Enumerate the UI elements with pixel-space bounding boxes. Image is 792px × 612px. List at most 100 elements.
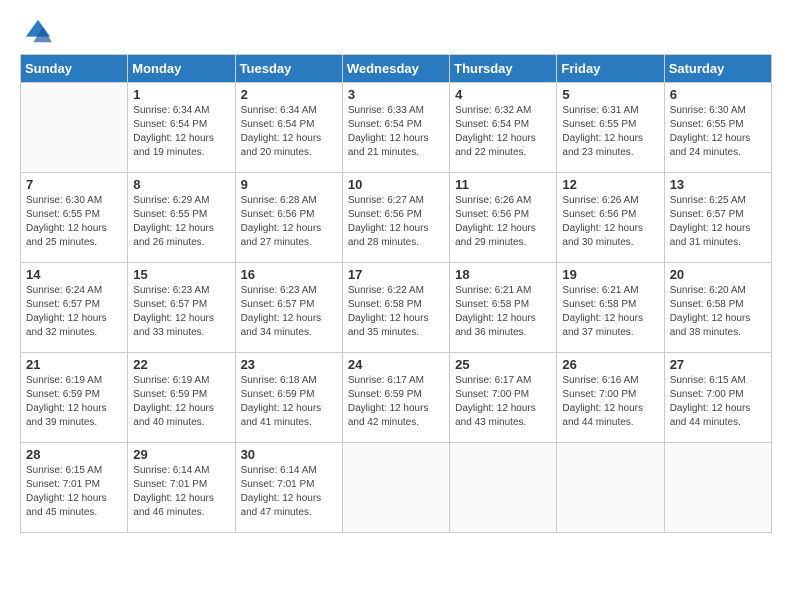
day-number: 29 [133,447,229,462]
calendar-week-0: 1 Sunrise: 6:34 AMSunset: 6:54 PMDaylight… [21,83,772,173]
table-row: 27 Sunrise: 6:15 AMSunset: 7:00 PMDayligh… [664,353,771,443]
day-info: Sunrise: 6:16 AMSunset: 7:00 PMDaylight:… [562,374,658,430]
table-row: 3 Sunrise: 6:33 AMSunset: 6:54 PMDaylight… [342,83,449,173]
day-info: Sunrise: 6:28 AMSunset: 6:56 PMDaylight:… [241,194,337,250]
calendar-week-2: 14 Sunrise: 6:24 AMSunset: 6:57 PMDayligh… [21,263,772,353]
table-row: 23 Sunrise: 6:18 AMSunset: 6:59 PMDayligh… [235,353,342,443]
day-number: 2 [241,87,337,102]
table-row: 17 Sunrise: 6:22 AMSunset: 6:58 PMDayligh… [342,263,449,353]
day-info: Sunrise: 6:26 AMSunset: 6:56 PMDaylight:… [562,194,658,250]
day-number: 21 [26,357,122,372]
table-row: 2 Sunrise: 6:34 AMSunset: 6:54 PMDaylight… [235,83,342,173]
day-header-thursday: Thursday [450,55,557,83]
page-header [0,0,792,54]
day-number: 3 [348,87,444,102]
table-row: 25Sunrise: 6:17 AMSunset: 7:00 PMDayligh… [450,353,557,443]
logo-icon [24,18,52,46]
table-row: 5 Sunrise: 6:31 AMSunset: 6:55 PMDaylight… [557,83,664,173]
day-info: Sunrise: 6:32 AMSunset: 6:54 PMDaylight:… [455,104,551,160]
day-number: 7 [26,177,122,192]
table-row [450,443,557,533]
table-row: 9 Sunrise: 6:28 AMSunset: 6:56 PMDaylight… [235,173,342,263]
day-number: 10 [348,177,444,192]
calendar-week-4: 28Sunrise: 6:15 AMSunset: 7:01 PMDayligh… [21,443,772,533]
day-number: 4 [455,87,551,102]
table-row: 28Sunrise: 6:15 AMSunset: 7:01 PMDayligh… [21,443,128,533]
table-row: 10 Sunrise: 6:27 AMSunset: 6:56 PMDayligh… [342,173,449,263]
day-info: Sunrise: 6:33 AMSunset: 6:54 PMDaylight:… [348,104,444,160]
calendar-header-row: SundayMondayTuesdayWednesdayThursdayFrid… [21,55,772,83]
day-number: 12 [562,177,658,192]
day-number: 20 [670,267,766,282]
table-row: 18 Sunrise: 6:21 AMSunset: 6:58 PMDayligh… [450,263,557,353]
calendar-week-3: 21 Sunrise: 6:19 AMSunset: 6:59 PMDayligh… [21,353,772,443]
day-number: 26 [562,357,658,372]
day-info: Sunrise: 6:18 AMSunset: 6:59 PMDaylight:… [241,374,337,430]
calendar-wrapper: SundayMondayTuesdayWednesdayThursdayFrid… [0,54,792,543]
day-info: Sunrise: 6:21 AMSunset: 6:58 PMDaylight:… [455,284,551,340]
table-row: 11 Sunrise: 6:26 AMSunset: 6:56 PMDayligh… [450,173,557,263]
logo [24,18,56,46]
day-info: Sunrise: 6:21 AMSunset: 6:58 PMDaylight:… [562,284,658,340]
day-number: 25 [455,357,551,372]
day-number: 17 [348,267,444,282]
table-row [21,83,128,173]
day-info: Sunrise: 6:20 AMSunset: 6:58 PMDaylight:… [670,284,766,340]
day-info: Sunrise: 6:26 AMSunset: 6:56 PMDaylight:… [455,194,551,250]
day-number: 18 [455,267,551,282]
day-info: Sunrise: 6:31 AMSunset: 6:55 PMDaylight:… [562,104,658,160]
table-row: 20 Sunrise: 6:20 AMSunset: 6:58 PMDayligh… [664,263,771,353]
day-info: Sunrise: 6:19 AMSunset: 6:59 PMDaylight:… [26,374,122,430]
day-number: 27 [670,357,766,372]
day-info: Sunrise: 6:34 AMSunset: 6:54 PMDaylight:… [133,104,229,160]
day-info: Sunrise: 6:34 AMSunset: 6:54 PMDaylight:… [241,104,337,160]
day-number: 13 [670,177,766,192]
table-row: 16Sunrise: 6:23 AMSunset: 6:57 PMDayligh… [235,263,342,353]
calendar-week-1: 7 Sunrise: 6:30 AMSunset: 6:55 PMDaylight… [21,173,772,263]
calendar-table: SundayMondayTuesdayWednesdayThursdayFrid… [20,54,772,533]
day-info: Sunrise: 6:22 AMSunset: 6:58 PMDaylight:… [348,284,444,340]
day-number: 24 [348,357,444,372]
day-info: Sunrise: 6:15 AMSunset: 7:01 PMDaylight:… [26,464,122,520]
day-info: Sunrise: 6:14 AMSunset: 7:01 PMDaylight:… [241,464,337,520]
day-header-friday: Friday [557,55,664,83]
day-info: Sunrise: 6:29 AMSunset: 6:55 PMDaylight:… [133,194,229,250]
day-number: 22 [133,357,229,372]
table-row: 4 Sunrise: 6:32 AMSunset: 6:54 PMDaylight… [450,83,557,173]
table-row: 29Sunrise: 6:14 AMSunset: 7:01 PMDayligh… [128,443,235,533]
table-row: 19 Sunrise: 6:21 AMSunset: 6:58 PMDayligh… [557,263,664,353]
day-header-saturday: Saturday [664,55,771,83]
day-number: 14 [26,267,122,282]
day-info: Sunrise: 6:23 AMSunset: 6:57 PMDaylight:… [133,284,229,340]
table-row [342,443,449,533]
day-info: Sunrise: 6:23 AMSunset: 6:57 PMDaylight:… [241,284,337,340]
table-row: 26 Sunrise: 6:16 AMSunset: 7:00 PMDayligh… [557,353,664,443]
table-row: 15 Sunrise: 6:23 AMSunset: 6:57 PMDayligh… [128,263,235,353]
day-header-wednesday: Wednesday [342,55,449,83]
day-number: 1 [133,87,229,102]
day-info: Sunrise: 6:17 AMSunset: 6:59 PMDaylight:… [348,374,444,430]
day-number: 23 [241,357,337,372]
table-row [557,443,664,533]
day-number: 15 [133,267,229,282]
day-info: Sunrise: 6:30 AMSunset: 6:55 PMDaylight:… [26,194,122,250]
day-number: 6 [670,87,766,102]
table-row: 6Sunrise: 6:30 AMSunset: 6:55 PMDaylight… [664,83,771,173]
day-number: 5 [562,87,658,102]
day-header-monday: Monday [128,55,235,83]
day-info: Sunrise: 6:24 AMSunset: 6:57 PMDaylight:… [26,284,122,340]
day-number: 19 [562,267,658,282]
day-number: 9 [241,177,337,192]
table-row: 22Sunrise: 6:19 AMSunset: 6:59 PMDayligh… [128,353,235,443]
table-row: 24 Sunrise: 6:17 AMSunset: 6:59 PMDayligh… [342,353,449,443]
day-header-sunday: Sunday [21,55,128,83]
day-number: 30 [241,447,337,462]
day-number: 8 [133,177,229,192]
day-number: 11 [455,177,551,192]
day-header-tuesday: Tuesday [235,55,342,83]
table-row: 8 Sunrise: 6:29 AMSunset: 6:55 PMDaylight… [128,173,235,263]
day-info: Sunrise: 6:27 AMSunset: 6:56 PMDaylight:… [348,194,444,250]
table-row: 14 Sunrise: 6:24 AMSunset: 6:57 PMDayligh… [21,263,128,353]
day-info: Sunrise: 6:15 AMSunset: 7:00 PMDaylight:… [670,374,766,430]
day-info: Sunrise: 6:25 AMSunset: 6:57 PMDaylight:… [670,194,766,250]
